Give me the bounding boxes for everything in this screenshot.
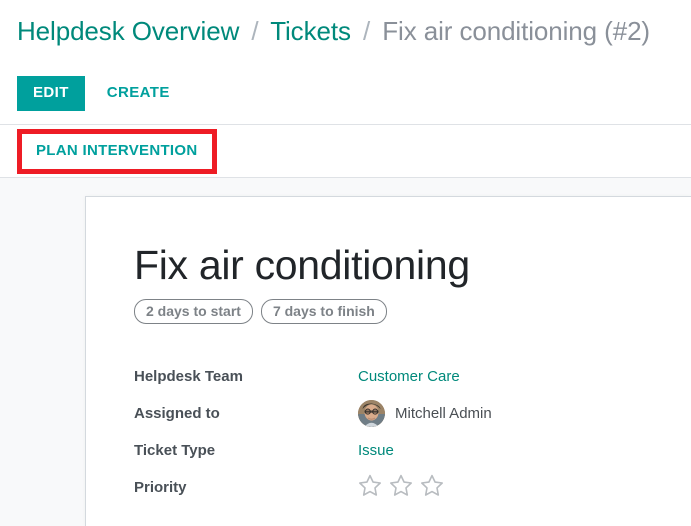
edit-button[interactable]: EDIT bbox=[17, 75, 85, 111]
record-fields-table: Helpdesk Team Customer Care Assigned to bbox=[134, 358, 492, 506]
field-row-priority: Priority bbox=[134, 469, 492, 506]
field-value-priority bbox=[358, 469, 492, 506]
create-button[interactable]: CREATE bbox=[95, 76, 182, 111]
field-label-helpdesk-team: Helpdesk Team bbox=[134, 368, 243, 385]
deadline-badges: 2 days to start 7 days to finish bbox=[134, 299, 691, 324]
breadcrumb-separator: / bbox=[251, 16, 259, 46]
breadcrumb-item-current: Fix air conditioning (#2) bbox=[382, 16, 650, 46]
breadcrumb: Helpdesk Overview / Tickets / Fix air co… bbox=[17, 16, 650, 46]
badge-days-to-finish: 7 days to finish bbox=[260, 299, 387, 324]
field-row-assigned-to: Assigned to Mitchell Admin bbox=[134, 395, 492, 432]
highlight-annotation-box: PLAN INTERVENTION bbox=[17, 128, 217, 174]
star-icon[interactable] bbox=[358, 474, 382, 501]
field-value-helpdesk-team: Customer Care bbox=[358, 358, 492, 395]
record-form-sheet: Fix air conditioning 2 days to start 7 d… bbox=[85, 196, 691, 526]
star-icon[interactable] bbox=[389, 474, 413, 501]
control-panel-actions: EDIT CREATE bbox=[0, 62, 691, 125]
control-panel-extra-actions: PLAN INTERVENTION bbox=[0, 125, 691, 178]
priority-stars bbox=[358, 474, 492, 501]
field-row-ticket-type: Ticket Type Issue bbox=[134, 432, 492, 469]
breadcrumb-item-tickets[interactable]: Tickets bbox=[270, 16, 351, 46]
assigned-user-name[interactable]: Mitchell Admin bbox=[395, 405, 492, 422]
field-label-priority: Priority bbox=[134, 479, 187, 496]
breadcrumb-separator: / bbox=[363, 16, 371, 46]
breadcrumb-item-helpdesk-overview[interactable]: Helpdesk Overview bbox=[17, 16, 239, 46]
breadcrumb-bar: Helpdesk Overview / Tickets / Fix air co… bbox=[0, 0, 691, 62]
star-icon[interactable] bbox=[420, 474, 444, 501]
helpdesk-team-link[interactable]: Customer Care bbox=[358, 368, 460, 385]
badge-days-to-start: 2 days to start bbox=[134, 299, 253, 324]
page-title: Fix air conditioning bbox=[134, 242, 470, 288]
plan-intervention-button[interactable]: PLAN INTERVENTION bbox=[28, 138, 206, 164]
field-value-assigned-to: Mitchell Admin bbox=[358, 395, 492, 432]
field-label-ticket-type: Ticket Type bbox=[134, 442, 216, 459]
field-label-assigned-to: Assigned to bbox=[134, 405, 220, 422]
avatar bbox=[358, 400, 385, 427]
ticket-type-link[interactable]: Issue bbox=[358, 442, 394, 459]
field-row-helpdesk-team: Helpdesk Team Customer Care bbox=[134, 358, 492, 395]
field-value-ticket-type: Issue bbox=[358, 432, 492, 469]
app-screen: Helpdesk Overview / Tickets / Fix air co… bbox=[0, 0, 691, 526]
